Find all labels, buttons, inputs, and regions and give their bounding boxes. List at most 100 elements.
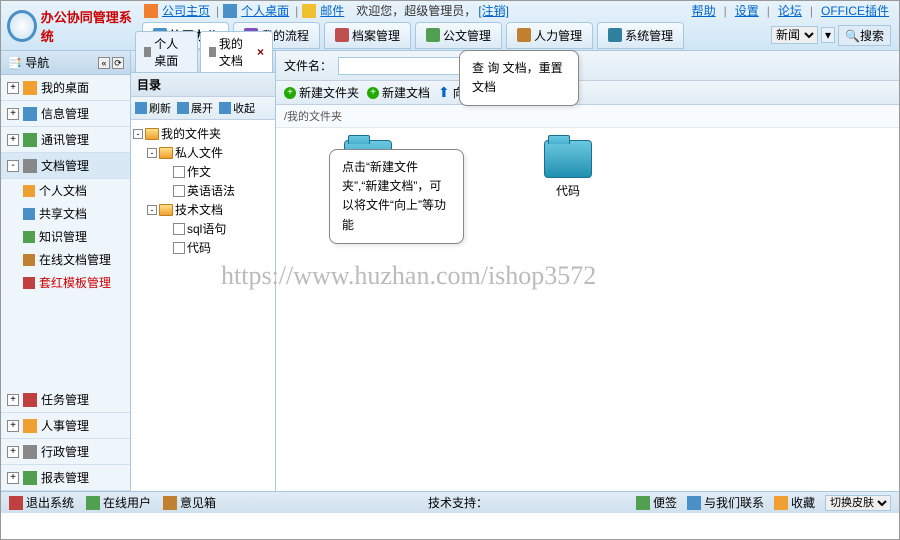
link-personal-desktop[interactable]: 个人桌面 [239,2,291,19]
header-search: 新闻 ▾ 🔍搜索 [771,25,899,46]
tree-toggle-icon[interactable]: - [147,148,157,158]
link-help[interactable]: 帮助 [690,2,718,19]
tree-private[interactable]: -私人文件 [133,143,273,162]
nav-task-mgmt[interactable]: +任务管理 [1,387,130,413]
tree-essay[interactable]: 作文 [133,162,273,181]
tree-toolbar: 刷新 展开 收起 [131,97,275,120]
nav-comm-mgmt[interactable]: +通讯管理 [1,127,130,153]
link-settings[interactable]: 设置 [733,2,761,19]
expand-icon[interactable]: + [7,108,19,120]
file-icon [173,185,185,197]
footer-logout[interactable]: 退出系统 [9,494,74,511]
inner-tabs: 个人桌面 我的文档× [131,51,275,73]
expand-icon[interactable]: + [7,82,19,94]
expand-icon[interactable]: + [7,472,19,484]
contact-icon [687,496,701,510]
breadcrumb[interactable]: /我的文件夹 [276,105,899,128]
callout-query: 查 询 文档，重置文档 [459,50,579,106]
tree-root[interactable]: -我的文件夹 [133,124,273,143]
footer-notes[interactable]: 便签 [636,494,677,511]
tree-expand[interactable]: 展开 [177,100,213,116]
system-icon [608,28,622,42]
tree-refresh[interactable]: 刷新 [135,100,171,116]
nav-personnel[interactable]: +人事管理 [1,413,130,439]
tab-hr[interactable]: 人力管理 [506,22,593,49]
desktop-icon [144,47,151,57]
search-category-select[interactable]: 新闻 [771,26,818,44]
tab-archive[interactable]: 档案管理 [324,22,411,49]
folder-icon [23,277,35,289]
tree-panel: 个人桌面 我的文档× 目录 刷新 展开 收起 -我的文件夹 -私人文件 作文 英… [131,51,276,491]
tab-system[interactable]: 系统管理 [597,22,684,49]
link-office-plugin[interactable]: OFFICE插件 [819,2,891,19]
file-icon [173,223,185,235]
close-icon[interactable]: × [257,45,264,59]
nav-info-mgmt[interactable]: +信息管理 [1,101,130,127]
footer-online-users[interactable]: 在线用户 [86,494,151,511]
folder-icon [23,254,35,266]
link-company-home[interactable]: 公司主页 [160,2,212,19]
nav-online-doc[interactable]: 在线文档管理 [1,248,130,271]
skin-select[interactable]: 切换皮肤 [825,495,891,511]
filename-input[interactable] [338,57,468,75]
plus-icon: + [367,87,379,99]
footer-contact[interactable]: 与我们联系 [687,494,764,511]
expand-icon[interactable]: + [7,394,19,406]
footer: 退出系统 在线用户 意见箱 技术支持： 便签 与我们联系 收藏 切换皮肤 [1,491,899,513]
nav-knowledge[interactable]: 知识管理 [1,225,130,248]
nav-shared-doc[interactable]: 共享文档 [1,202,130,225]
task-icon [23,393,37,407]
nav-template[interactable]: 套红模板管理 [1,271,130,294]
nav-refresh-icon[interactable]: ⟳ [112,57,124,69]
sidebar: 📑 导航 «⟳ +我的桌面 +信息管理 +通讯管理 -文档管理 个人文档 共享文… [1,51,131,491]
tree-toggle-icon[interactable]: - [147,205,157,215]
action-toolbar: +新建文件夹 +新建文档 ⬆向上 ⟳刷新 ✖删除 [276,81,899,105]
logout-icon [9,496,23,510]
tree-english[interactable]: 英语语法 [133,181,273,200]
tree-tech[interactable]: -技术文档 [133,200,273,219]
callout-newfile: 点击“新建文件夹”,“新建文档”，可以将文件“向上”等功能 [329,149,464,244]
link-forum[interactable]: 论坛 [776,2,804,19]
logout-link[interactable]: [注销] [476,4,511,18]
collapse-icon [219,102,231,114]
tree-sql[interactable]: sql语句 [133,219,273,238]
nav-admin[interactable]: +行政管理 [1,439,130,465]
nav-personal-doc[interactable]: 个人文档 [1,179,130,202]
folder-icon [23,185,35,197]
folder-item-code[interactable]: 代码 [538,140,598,199]
nav-collapse-icon[interactable]: « [98,57,110,69]
content-area: 文件名： 🔍查询 重置 +新建文件夹 +新建文档 ⬆向上 ⟳刷新 ✖删除 /我的… [276,51,899,491]
doc-icon [209,47,216,57]
doc-icon [426,28,440,42]
folder-icon [145,128,159,140]
collapse-icon[interactable]: - [7,160,19,172]
search-dropdown-icon[interactable]: ▾ [821,27,835,43]
tree-collapse[interactable]: 收起 [219,100,255,116]
refresh-icon [135,102,147,114]
link-mail[interactable]: 邮件 [318,2,346,19]
footer-support: 技术支持： [428,494,488,511]
expand-icon[interactable]: + [7,134,19,146]
tab-official-doc[interactable]: 公文管理 [415,22,502,49]
footer-favorite[interactable]: 收藏 [774,494,815,511]
filename-label: 文件名： [284,57,332,74]
info-icon [23,107,37,121]
up-arrow-icon: ⬆ [438,84,450,101]
expand-icon[interactable]: + [7,446,19,458]
file-icon [173,166,185,178]
doc-icon [23,159,37,173]
inner-tab-desktop[interactable]: 个人桌面 [135,31,198,72]
new-folder-button[interactable]: +新建文件夹 [284,84,359,101]
tree-toggle-icon[interactable]: - [133,129,143,139]
inner-tab-mydoc[interactable]: 我的文档× [200,31,273,72]
tree-code[interactable]: 代码 [133,238,273,257]
folder-icon [23,231,35,243]
footer-feedback[interactable]: 意见箱 [163,494,216,511]
search-button[interactable]: 🔍搜索 [838,25,891,46]
file-icon [173,242,185,254]
expand-icon[interactable]: + [7,420,19,432]
nav-doc-mgmt[interactable]: -文档管理 [1,153,130,179]
new-doc-button[interactable]: +新建文档 [367,84,430,101]
nav-my-desktop[interactable]: +我的桌面 [1,75,130,101]
nav-report[interactable]: +报表管理 [1,465,130,491]
